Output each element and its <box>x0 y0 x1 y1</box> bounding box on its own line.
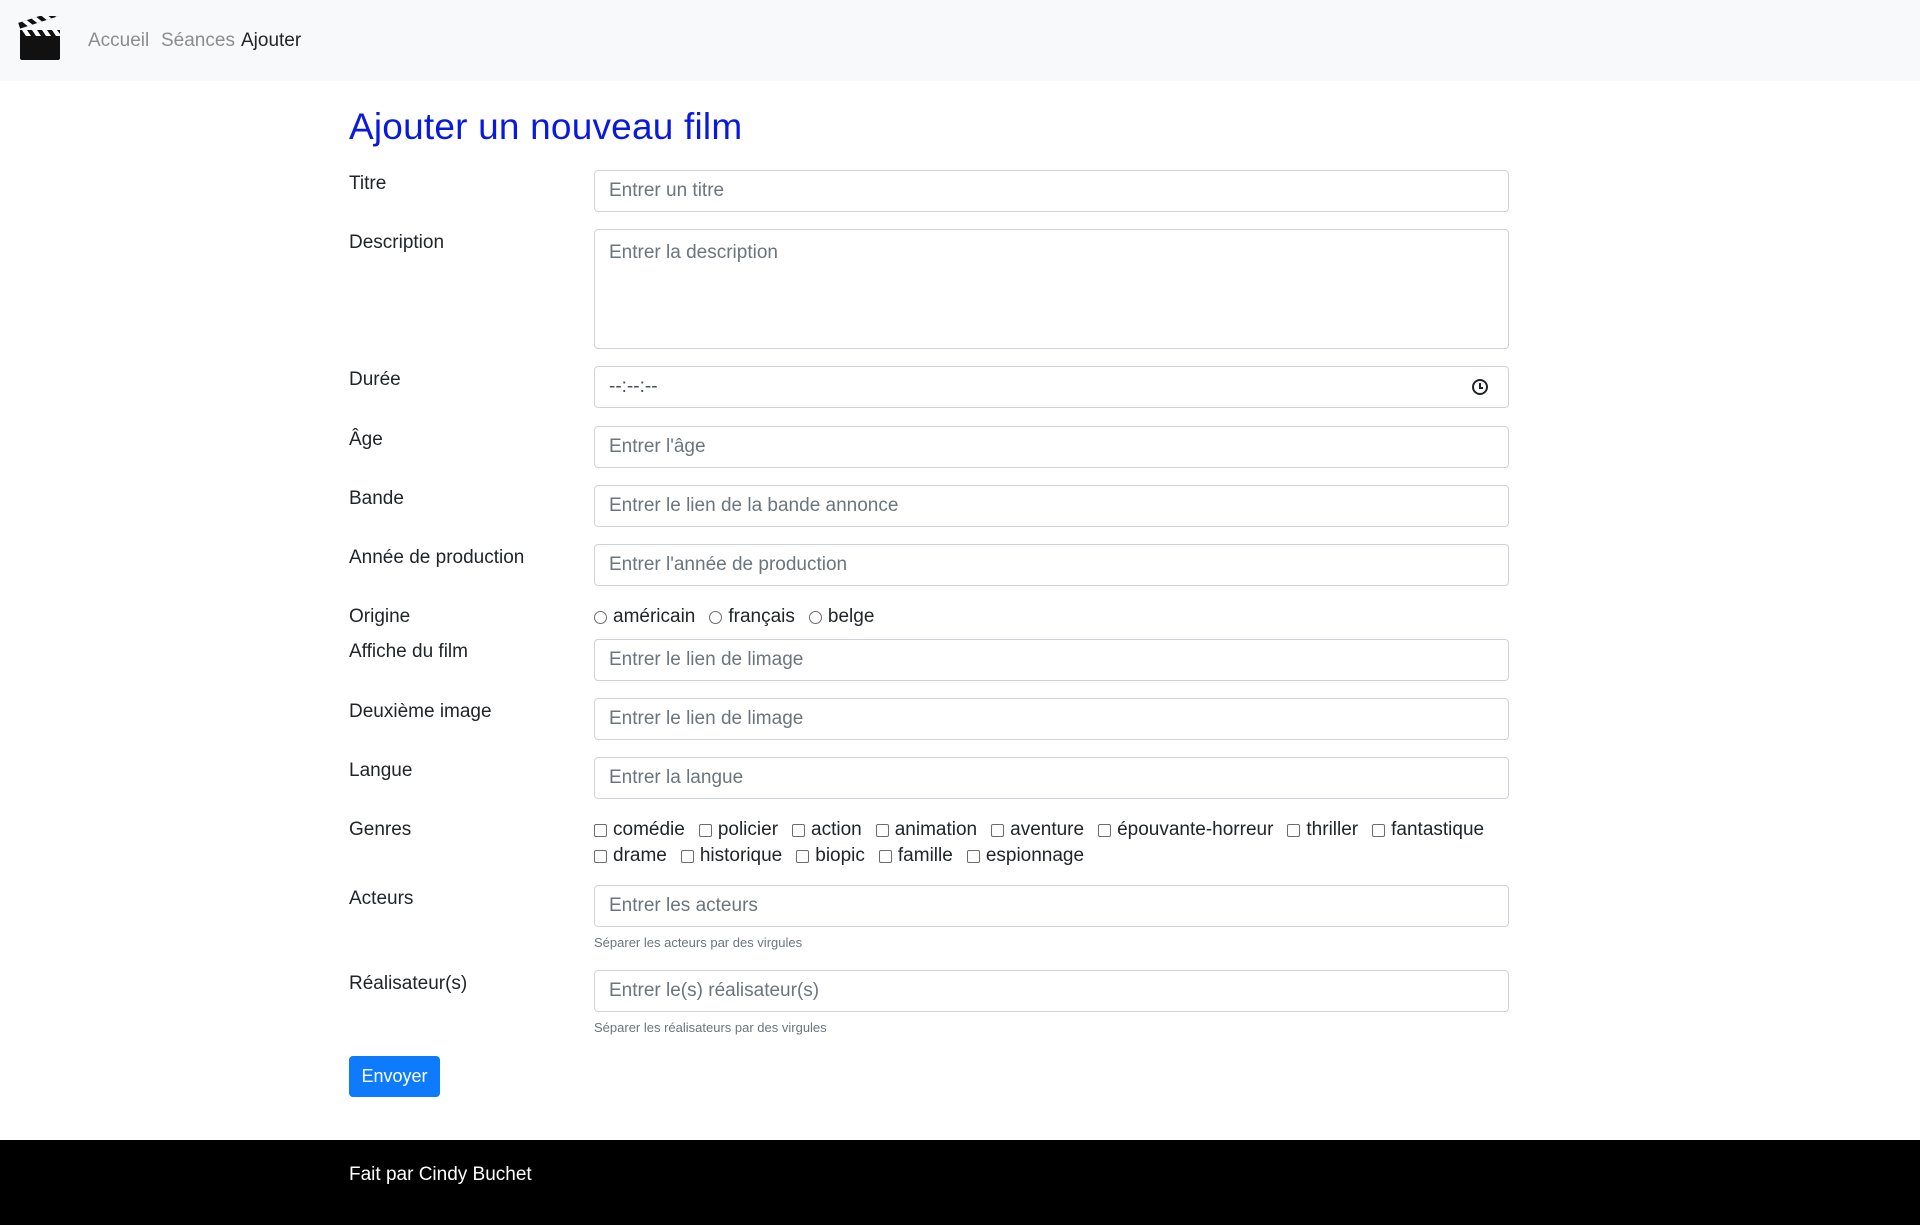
checkbox[interactable] <box>680 849 694 863</box>
genre-checkbox[interactable]: animation <box>875 818 978 842</box>
genre-label: épouvante-horreur <box>1117 819 1274 840</box>
footer-text: Fait par Cindy Buchet <box>349 1164 532 1185</box>
navbar: Accueil Séances Ajouter <box>0 0 1920 81</box>
radio-button[interactable] <box>594 610 607 624</box>
realisateurs-help-text: Séparer les réalisateurs par des virgule… <box>594 1020 827 1035</box>
realisateurs-input[interactable] <box>594 970 1509 1012</box>
genre-checkbox[interactable]: espionnage <box>966 844 1085 868</box>
age-label: Âge <box>349 429 383 450</box>
langue-input[interactable] <box>594 757 1509 799</box>
genre-checkbox[interactable]: famille <box>878 844 953 868</box>
nav-accueil[interactable]: Accueil <box>88 29 149 53</box>
checkbox[interactable] <box>1372 823 1386 837</box>
origine-option[interactable]: américain <box>594 605 695 629</box>
nav-seances[interactable]: Séances <box>161 29 235 53</box>
origine-label: Origine <box>349 606 411 627</box>
description-label: Description <box>349 232 445 253</box>
checkbox[interactable] <box>878 849 892 863</box>
origine-radio-group: américain français belge <box>594 605 888 629</box>
radio-button[interactable] <box>808 610 822 624</box>
bande-input[interactable] <box>594 485 1509 527</box>
genre-label: action <box>811 819 862 840</box>
genres-label: Genres <box>349 819 412 840</box>
checkbox[interactable] <box>966 849 980 863</box>
nav-ajouter[interactable]: Ajouter <box>241 29 301 53</box>
genres-row-1: comédie policier action animation aventu… <box>594 818 1498 842</box>
genre-label: famille <box>897 845 953 866</box>
annee-input[interactable] <box>594 544 1509 586</box>
acteurs-label: Acteurs <box>349 888 414 909</box>
origine-option-label: belge <box>827 606 875 627</box>
genre-checkbox[interactable]: fantastique <box>1372 818 1484 842</box>
duree-value: --:--:-- <box>609 376 658 397</box>
realisateurs-label: Réalisateur(s) <box>349 973 468 994</box>
titre-input[interactable] <box>594 170 1509 212</box>
acteurs-help-text: Séparer les acteurs par des virgules <box>594 935 803 950</box>
genre-label: historique <box>699 845 783 866</box>
affiche-label: Affiche du film <box>349 641 468 662</box>
genre-checkbox[interactable]: historique <box>680 844 783 868</box>
genre-checkbox[interactable]: drame <box>594 844 667 868</box>
description-textarea[interactable] <box>594 229 1509 349</box>
genre-label: comédie <box>613 819 685 840</box>
checkbox[interactable] <box>594 849 607 863</box>
page-title: Ajouter un nouveau film <box>349 106 743 147</box>
genre-checkbox[interactable]: thriller <box>1287 818 1358 842</box>
checkbox[interactable] <box>792 823 806 837</box>
checkbox[interactable] <box>1287 823 1301 837</box>
origine-option[interactable]: français <box>709 605 795 629</box>
langue-label: Langue <box>349 760 413 781</box>
genre-label: espionnage <box>985 845 1085 866</box>
genre-checkbox[interactable]: aventure <box>991 818 1084 842</box>
genre-checkbox[interactable]: comédie <box>594 818 685 842</box>
genre-label: aventure <box>1010 819 1085 840</box>
annee-label: Année de production <box>349 547 525 568</box>
genre-checkbox[interactable]: policier <box>698 818 779 842</box>
genre-checkbox[interactable]: biopic <box>796 844 865 868</box>
genre-label: animation <box>894 819 978 840</box>
submit-button[interactable]: Envoyer <box>349 1056 440 1097</box>
clock-icon[interactable] <box>1472 379 1488 395</box>
bande-label: Bande <box>349 488 404 509</box>
clapperboard-icon[interactable] <box>18 16 62 62</box>
origine-option[interactable]: belge <box>808 605 875 629</box>
genres-row-2: drame historique biopic famille espionna… <box>594 844 1098 868</box>
origine-option-label: américain <box>613 606 696 627</box>
genre-label: policier <box>717 819 779 840</box>
deuxieme-input[interactable] <box>594 698 1509 740</box>
footer <box>0 1140 1920 1225</box>
checkbox[interactable] <box>1098 823 1112 837</box>
checkbox[interactable] <box>698 823 712 837</box>
titre-label: Titre <box>349 173 387 194</box>
affiche-input[interactable] <box>594 639 1509 681</box>
checkbox[interactable] <box>796 849 810 863</box>
age-input[interactable] <box>594 426 1509 468</box>
checkbox[interactable] <box>991 823 1005 837</box>
checkbox[interactable] <box>875 823 889 837</box>
genre-label: biopic <box>815 845 865 866</box>
radio-button[interactable] <box>709 610 723 624</box>
genre-checkbox[interactable]: action <box>792 818 862 842</box>
genre-label: fantastique <box>1391 819 1485 840</box>
genre-label: thriller <box>1306 819 1359 840</box>
genre-label: drame <box>613 845 667 866</box>
duree-label: Durée <box>349 369 401 390</box>
acteurs-input[interactable] <box>594 885 1509 927</box>
deuxieme-label: Deuxième image <box>349 701 492 722</box>
checkbox[interactable] <box>594 823 607 837</box>
duree-time-input[interactable]: --:--:-- <box>594 366 1509 408</box>
origine-option-label: français <box>728 606 795 627</box>
genre-checkbox[interactable]: épouvante-horreur <box>1098 818 1273 842</box>
